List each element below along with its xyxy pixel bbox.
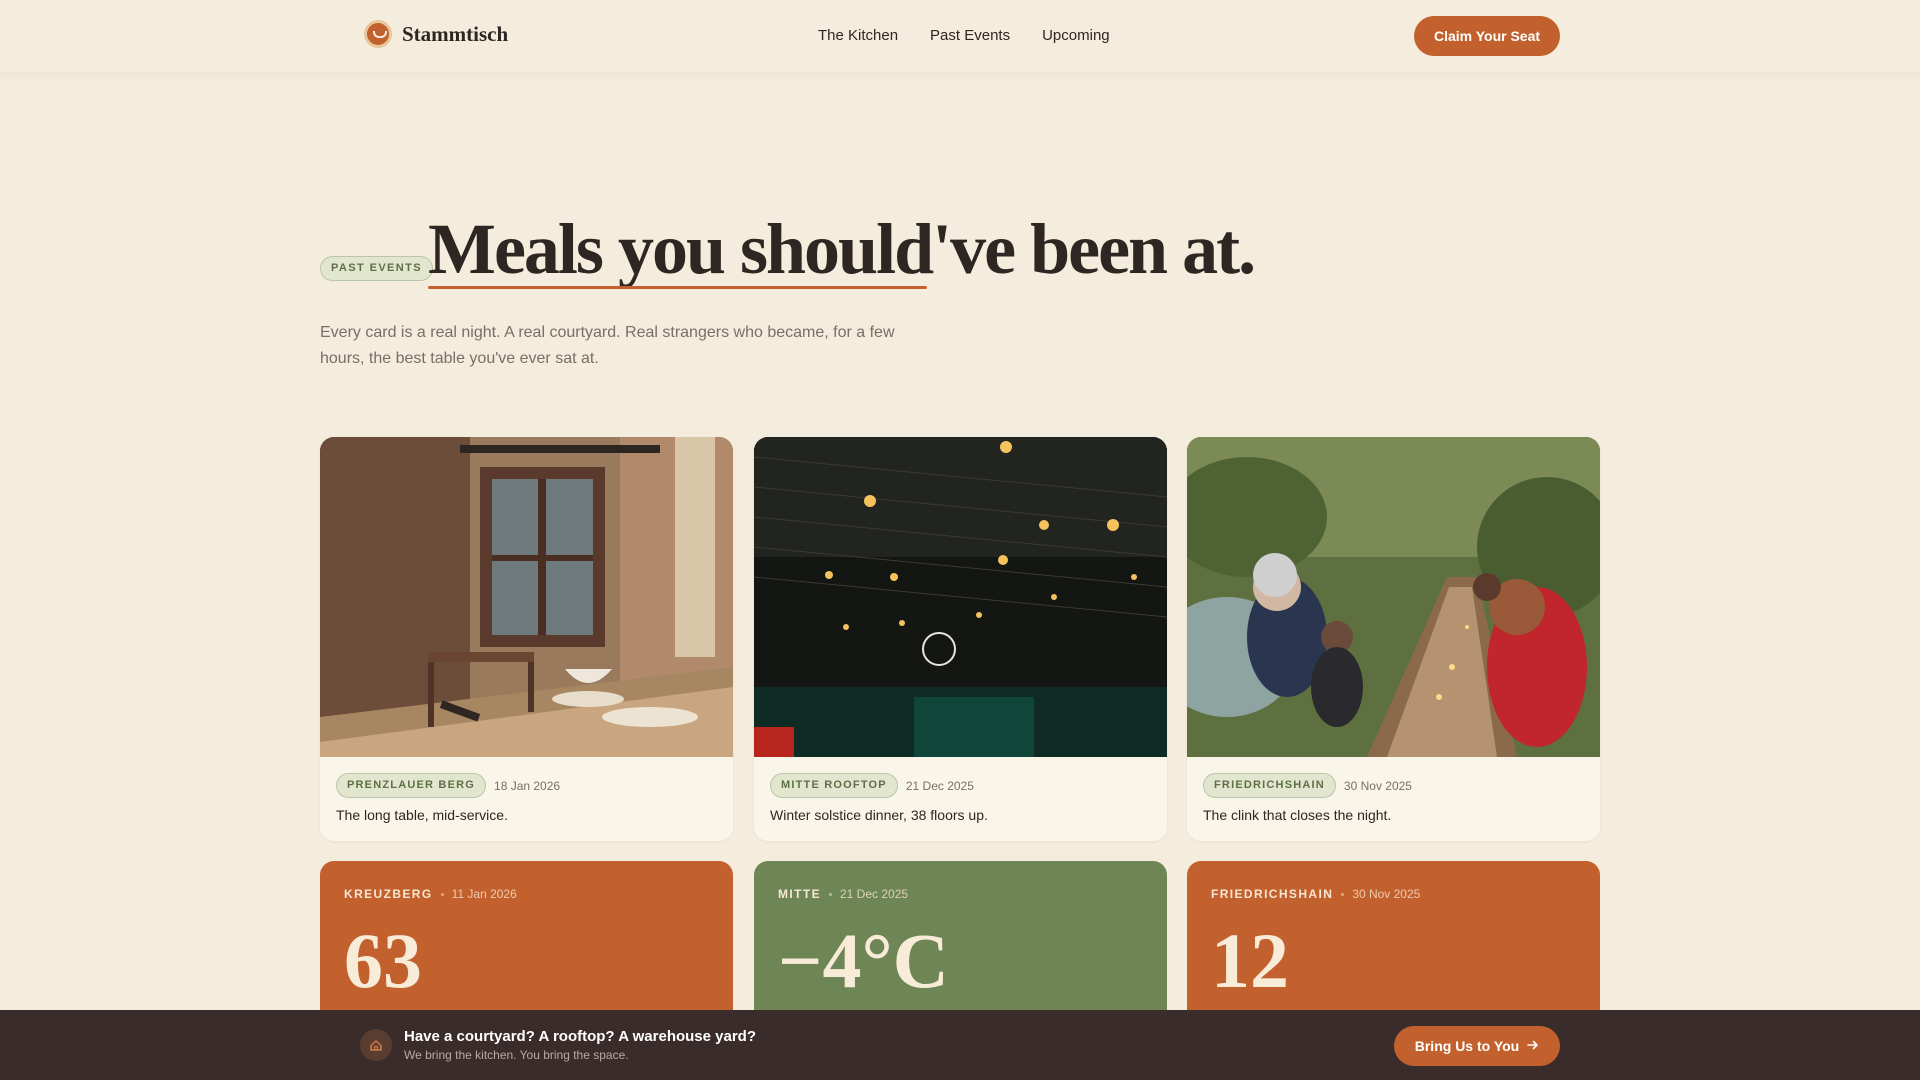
nav-link-upcoming[interactable]: Upcoming: [1042, 27, 1110, 44]
separator-dot: [1341, 892, 1345, 896]
brand-name: Stammtisch: [402, 21, 509, 46]
arrow-right-icon: [1527, 1038, 1539, 1054]
stat-date: 21 Dec 2025: [840, 887, 909, 901]
event-card[interactable]: PRENZLAUER BERG 18 Jan 2026 The long tab…: [320, 437, 733, 841]
stat-value: 63: [344, 917, 422, 1004]
stat-value: −4°C: [778, 917, 949, 1004]
separator-dot: [829, 892, 832, 896]
stat-location: FRIEDRICHSHAIN: [1211, 887, 1334, 901]
bring-us-button[interactable]: Bring Us to You: [1394, 1026, 1560, 1066]
card-meta: PRENZLAUER BERG 18 Jan 2026: [336, 773, 560, 798]
location-chip: FRIEDRICHSHAIN: [1203, 773, 1336, 798]
location-chip: PRENZLAUER BERG: [336, 773, 487, 798]
event-date: 21 Dec 2025: [905, 778, 974, 793]
host-cta-title: Have a courtyard? A rooftop? A warehouse…: [404, 1028, 757, 1045]
garden-long-table-guests-photo: [1187, 437, 1600, 757]
stat-meta: MITTE 21 Dec 2025: [778, 887, 908, 901]
event-card[interactable]: MITTE ROOFTOP 21 Dec 2025 Winter solstic…: [754, 437, 1167, 841]
chef-pot-icon: [364, 20, 392, 48]
card-meta: FRIEDRICHSHAIN 30 Nov 2025: [1203, 773, 1412, 798]
title-underline: [428, 286, 927, 289]
bring-us-label: Bring Us to You: [1414, 1038, 1520, 1054]
stat-date: 30 Nov 2025: [1352, 887, 1421, 901]
past-events-badge: PAST EVENTS: [320, 256, 433, 281]
stat-meta: FRIEDRICHSHAIN 30 Nov 2025: [1211, 887, 1420, 901]
separator-dot: [440, 892, 444, 896]
card-caption: Winter solstice dinner, 38 floors up.: [770, 807, 988, 823]
host-cta-bar: Have a courtyard? A rooftop? A warehouse…: [0, 1010, 1920, 1080]
page-title: Meals you should've been at.: [428, 209, 1256, 289]
event-card[interactable]: FRIEDRICHSHAIN 30 Nov 2025 The clink tha…: [1187, 437, 1600, 841]
location-chip: MITTE ROOFTOP: [770, 773, 898, 798]
card-caption: The long table, mid-service.: [336, 807, 508, 823]
rooftop-string-lights-photo: [754, 437, 1167, 757]
rustic-table-window-photo: [320, 437, 733, 757]
host-cta-subtitle: We bring the kitchen. You bring the spac…: [404, 1048, 629, 1062]
stat-value: 12: [1211, 917, 1289, 1004]
event-date: 18 Jan 2026: [494, 778, 561, 793]
card-meta: MITTE ROOFTOP 21 Dec 2025: [770, 773, 974, 798]
top-nav: Stammtisch The Kitchen Past Events Upcom…: [0, 0, 1920, 72]
stat-location: KREUZBERG: [344, 887, 433, 901]
hero-subtitle: Every card is a real night. A real court…: [320, 324, 895, 367]
card-caption: The clink that closes the night.: [1203, 807, 1392, 823]
nav-links: The Kitchen Past Events Upcoming: [818, 27, 1110, 44]
nav-link-past-events[interactable]: Past Events: [930, 27, 1010, 44]
nav-link-the-kitchen[interactable]: The Kitchen: [818, 27, 898, 44]
home-icon: [360, 1029, 392, 1061]
claim-seat-button[interactable]: Claim Your Seat: [1414, 16, 1560, 56]
brand[interactable]: Stammtisch: [364, 20, 508, 48]
event-date: 30 Nov 2025: [1343, 778, 1412, 793]
stat-date: 11 Jan 2026: [451, 887, 517, 901]
stat-meta: KREUZBERG 11 Jan 2026: [344, 887, 517, 901]
stat-location: MITTE: [778, 887, 821, 901]
